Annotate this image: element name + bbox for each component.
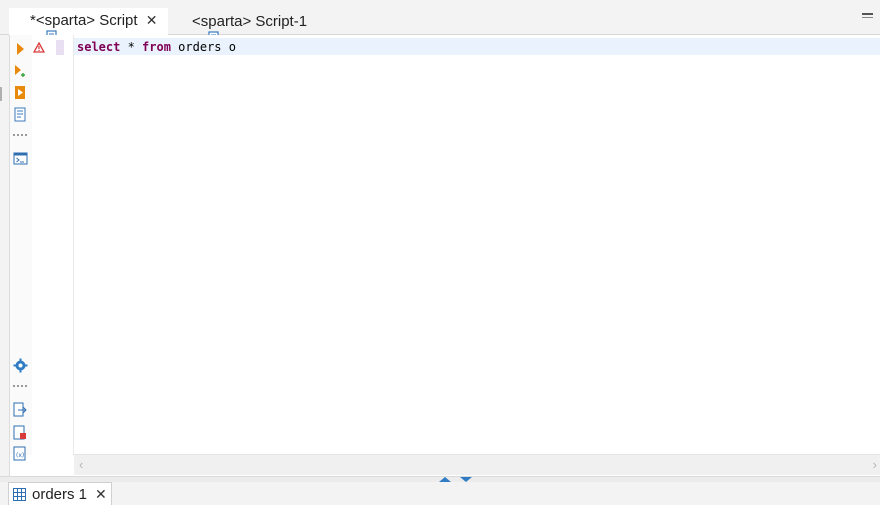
minimize-button[interactable] bbox=[862, 13, 873, 21]
explain-plan-icon[interactable] bbox=[12, 106, 28, 122]
close-icon[interactable]: ✕ bbox=[146, 12, 158, 29]
grid-icon bbox=[13, 487, 26, 501]
sql-editor: (x) select * from orders o ‹ › bbox=[9, 35, 880, 476]
warning-icon[interactable] bbox=[32, 40, 46, 58]
tab-script-1[interactable]: <sparta> Script-1 bbox=[172, 8, 322, 46]
variables-icon[interactable]: (x) bbox=[12, 445, 28, 461]
play-icon[interactable] bbox=[12, 41, 28, 57]
export-icon[interactable] bbox=[12, 401, 28, 417]
current-line-marker bbox=[56, 40, 64, 55]
left-edge bbox=[0, 35, 9, 476]
sql-keyword: from bbox=[142, 40, 171, 54]
file-error-icon[interactable] bbox=[12, 424, 28, 440]
toolbar-separator bbox=[13, 385, 27, 387]
horizontal-scrollbar[interactable]: ‹ › bbox=[74, 454, 880, 475]
console-icon[interactable] bbox=[12, 150, 28, 166]
gear-icon[interactable] bbox=[12, 357, 28, 373]
play-new-tab-icon[interactable] bbox=[12, 63, 28, 79]
code-line-1[interactable]: select * from orders o bbox=[77, 39, 236, 55]
editor-toolbar: (x) bbox=[10, 35, 32, 460]
sql-script-icon bbox=[13, 13, 60, 45]
code-text: orders o bbox=[170, 40, 236, 54]
chevron-right-icon[interactable]: › bbox=[873, 457, 877, 472]
sql-script-icon bbox=[175, 14, 222, 46]
editor-tab-bar: *<sparta> Script ✕ <sparta> Script-1 bbox=[0, 8, 880, 46]
line-gutter bbox=[46, 35, 74, 455]
tab-results-orders[interactable]: orders 1 ✕ bbox=[8, 482, 112, 505]
edge-handle[interactable] bbox=[0, 87, 2, 101]
results-tab-bar: orders 1 ✕ bbox=[0, 482, 880, 505]
tab-script-label: *<sparta> Script bbox=[30, 12, 138, 29]
code-text-area[interactable]: select * from orders o bbox=[74, 35, 880, 455]
tab-script-1-label: <sparta> Script-1 bbox=[192, 13, 308, 30]
script-execute-icon[interactable] bbox=[12, 84, 28, 100]
sql-keyword: select bbox=[77, 40, 121, 54]
toolbar-separator bbox=[13, 134, 27, 136]
close-icon[interactable]: ✕ bbox=[95, 486, 107, 503]
app-window: *<sparta> Script ✕ <sparta> Script-1 (x)… bbox=[0, 0, 880, 505]
annotation-ruler bbox=[32, 35, 46, 455]
svg-text:(x): (x) bbox=[16, 452, 24, 459]
tab-script[interactable]: *<sparta> Script ✕ bbox=[9, 8, 168, 45]
code-text: * bbox=[120, 40, 143, 54]
chevron-left-icon[interactable]: ‹ bbox=[79, 457, 83, 472]
results-tab-label: orders 1 bbox=[32, 485, 88, 503]
